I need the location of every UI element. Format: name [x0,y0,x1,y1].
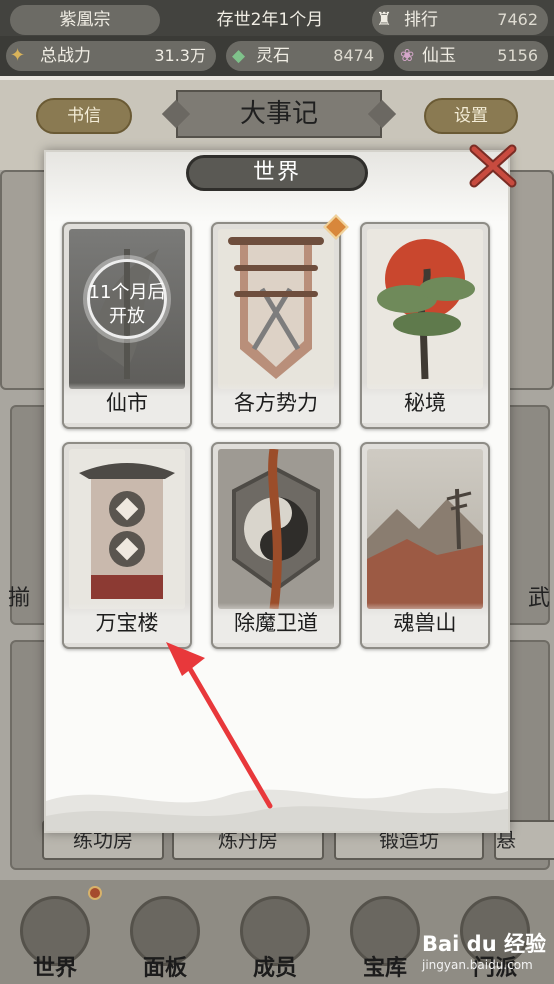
card-demon-slaying[interactable]: 除魔卫道 [211,442,341,649]
nav-panel-label: 面板 [142,956,187,981]
spirit-stone-icon: ◆ [232,46,246,66]
secret-realm-art [367,229,483,389]
power-display: ✦ 总战力 31.3万 [6,41,216,71]
rank-label: 排行 [404,10,438,30]
resource-bar: ✦ 总战力 31.3万 ◆ 灵石 8474 ❀ 仙玉 5156 [0,36,554,76]
settings-button[interactable]: 设置 [424,98,518,134]
card-label: 除魔卫道 [213,603,339,643]
card-immortal-market[interactable]: 11个月后 开放 仙市 [62,222,192,429]
immortal-jade-label: 仙玉 [422,46,456,66]
card-beast-mountain[interactable]: 魂兽山 [360,442,490,649]
notification-badge [88,886,102,900]
card-label: 秘境 [362,383,488,423]
locked-countdown: 11个月后 开放 [69,281,185,329]
modal-bottom-cloud [46,788,508,831]
nav-world[interactable]: 世界 [0,880,110,984]
spirit-stone-label: 灵石 [256,46,290,66]
bg-side-label: 揃 [8,586,31,611]
beast-mountain-art [367,449,483,609]
close-icon[interactable] [468,143,518,189]
baidu-watermark: Bai du 经验 jingyan.baidu.com [422,928,552,980]
sect-name: 紫凰宗 [10,5,160,35]
card-label: 仙市 [64,383,190,423]
spirit-stone-display: ◆ 灵石 8474 [226,41,384,71]
factions-art [218,229,334,389]
power-value: 31.3万 [154,46,206,65]
card-factions[interactable]: 各方势力 [211,214,349,429]
watermark-url: jingyan.baidu.com [422,958,533,972]
rank-icon: ♜ [376,9,393,30]
spirit-stone-value: 8474 [333,46,374,65]
power-icon: ✦ [10,45,26,66]
card-label: 魂兽山 [362,603,488,643]
locked-line-1: 11个月后 [88,282,166,303]
nav-world-label: 世界 [32,956,77,981]
immortal-jade-icon: ❀ [400,46,415,66]
top-status-bar: 紫凰宗 存世2年1个月 ♜ 排行 7462 [0,0,554,40]
immortal-jade-value: 5156 [497,46,538,65]
game-time: 存世2年1个月 [216,10,324,30]
card-treasure-pavilion[interactable]: 万宝楼 [62,442,192,649]
card-secret-realm[interactable]: 秘境 [360,222,490,429]
nav-members-label: 成员 [252,956,297,981]
card-label: 万宝楼 [64,603,190,643]
world-modal: 11个月后 开放 仙市 各方势力 秘境 万宝楼 除魔卫道 魂兽山 [44,150,510,833]
rank-display[interactable]: ♜ 排行 7462 [372,5,548,35]
locked-line-2: 开放 [109,306,145,327]
page-title: 大事记 [176,90,382,138]
watermark-logo: Bai du 经验 [422,932,546,956]
immortal-market-art: 11个月后 开放 [69,229,185,389]
nav-members[interactable]: 成员 [220,880,330,984]
card-label: 各方势力 [213,383,339,423]
demon-slaying-art [218,449,334,609]
power-label: 总战力 [40,46,91,66]
nav-panel[interactable]: 面板 [110,880,220,984]
bg-side-label: 武 [528,586,551,611]
immortal-jade-display: ❀ 仙玉 5156 [394,41,548,71]
rank-value: 7462 [497,10,538,29]
letters-button[interactable]: 书信 [36,98,132,134]
treasure-pavilion-art [69,449,185,609]
modal-title: 世界 [186,155,368,191]
